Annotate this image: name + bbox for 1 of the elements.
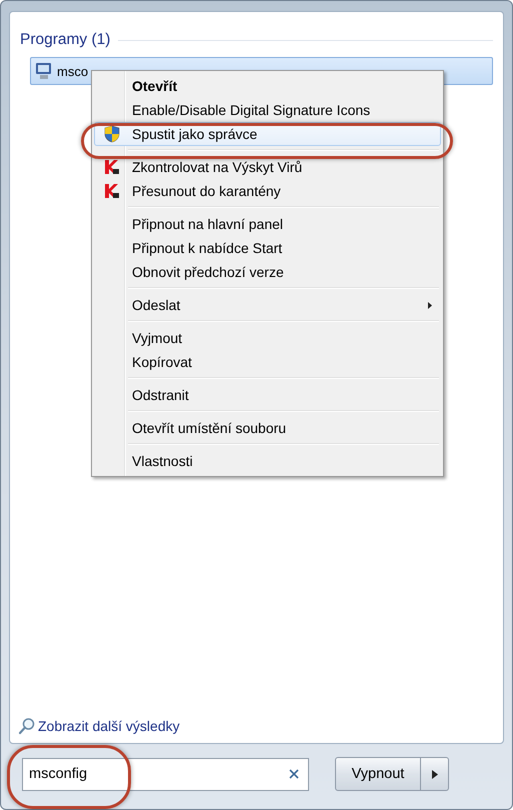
section-title: Programy (1) — [20, 31, 110, 49]
